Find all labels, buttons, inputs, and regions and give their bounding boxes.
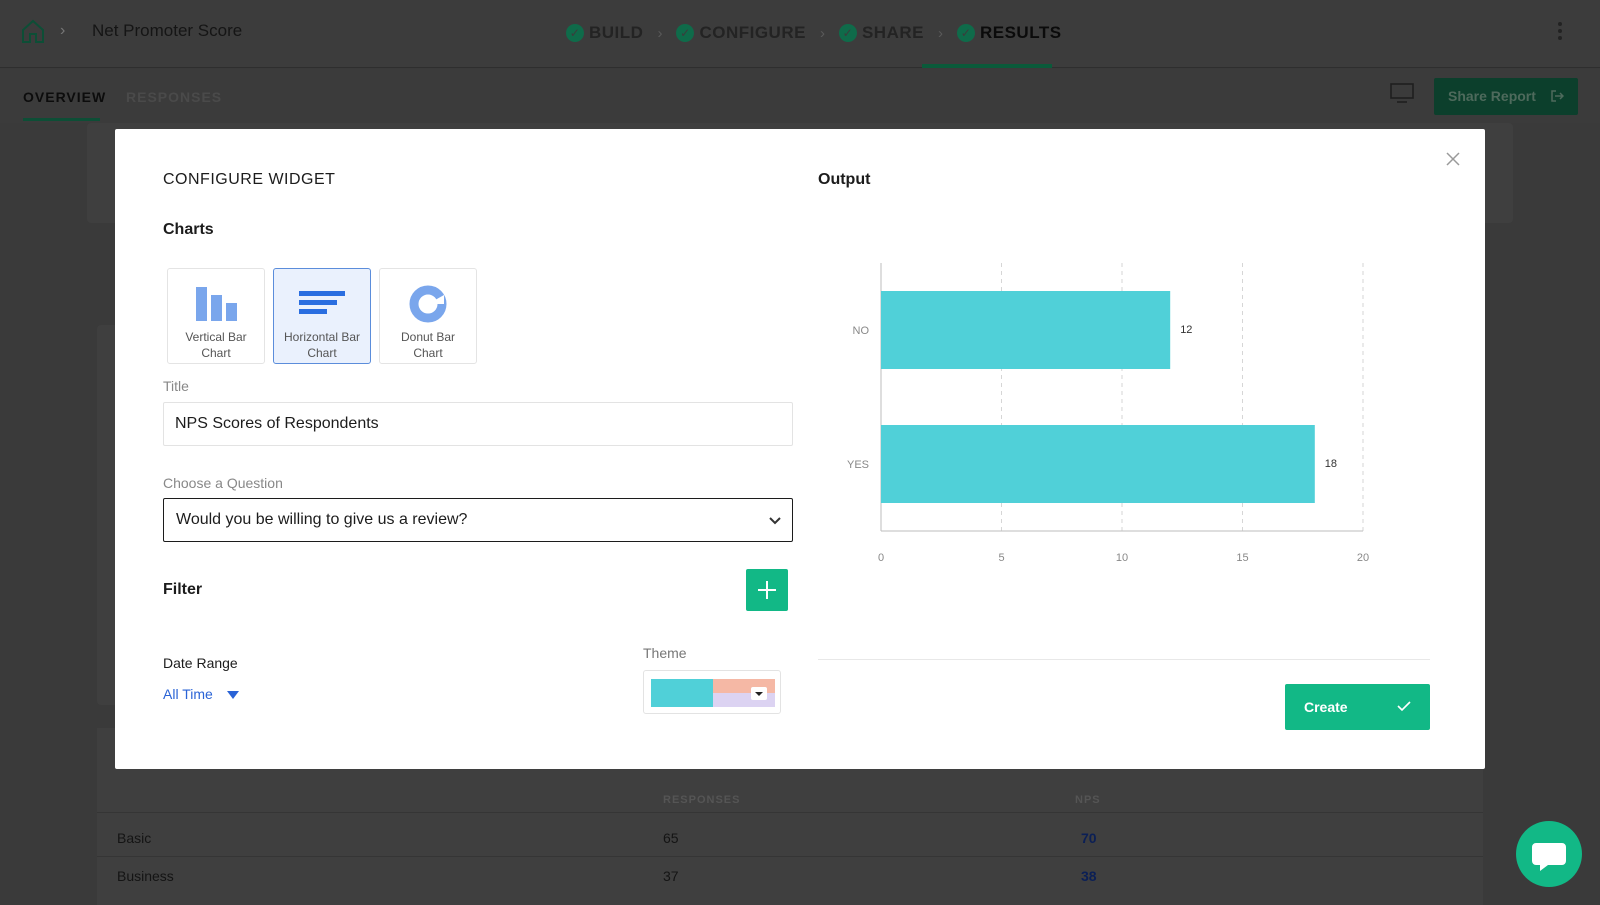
table-cell-responses: 37 — [663, 868, 679, 884]
table-cell-nps[interactable]: 70 — [1081, 830, 1097, 846]
data-label: 18 — [1325, 458, 1337, 470]
workflow-steps: ✓ BUILD › ✓ CONFIGURE › ✓ SHARE › ✓ RESULTS — [566, 18, 1062, 48]
bar — [881, 425, 1315, 503]
filter-heading: Filter — [163, 581, 203, 598]
column-header-nps: NPS — [1075, 794, 1101, 806]
step-share[interactable]: ✓ SHARE — [838, 23, 924, 43]
table-cell-nps[interactable]: 38 — [1081, 868, 1097, 884]
top-bar: › Net Promoter Score ✓ BUILD › ✓ CONFIGURE… — [0, 0, 1600, 68]
check-icon: ✓ — [838, 24, 857, 42]
x-tick-label: 5 — [998, 552, 1004, 564]
theme-swatch — [651, 679, 713, 707]
tab-overview[interactable]: OVERVIEW — [23, 89, 106, 105]
divider — [97, 856, 1483, 857]
home-icon[interactable] — [20, 18, 46, 44]
step-build[interactable]: ✓ BUILD — [566, 23, 643, 43]
divider — [818, 659, 1430, 660]
chart-option-horizontal-bar[interactable]: Horizontal Bar Chart — [273, 268, 371, 364]
date-range-label: Date Range — [163, 655, 238, 671]
divider — [97, 812, 1483, 813]
title-field-label: Title — [163, 378, 189, 394]
step-configure[interactable]: ✓ CONFIGURE — [676, 23, 806, 43]
table-cell-segment: Basic — [117, 830, 152, 846]
step-chevron-icon: › — [657, 24, 663, 42]
check-icon: ✓ — [956, 24, 975, 42]
output-horizontal-bar-chart: 0 5 10 15 20 NO 12 YES 18 — [847, 263, 1369, 564]
date-range-dropdown[interactable]: All Time — [163, 686, 213, 702]
horizontal-bar-chart-icon — [299, 291, 345, 314]
theme-label: Theme — [643, 645, 687, 661]
modal-title: CONFIGURE WIDGET — [163, 171, 336, 188]
table-cell-segment: Business — [117, 868, 174, 884]
chat-launcher-button[interactable] — [1516, 821, 1582, 887]
x-tick-label: 15 — [1236, 552, 1248, 564]
data-label: 12 — [1180, 324, 1192, 336]
close-icon[interactable] — [1445, 151, 1461, 167]
theme-picker[interactable] — [643, 670, 781, 714]
export-icon — [1551, 90, 1564, 102]
check-icon — [1397, 701, 1411, 712]
question-select[interactable]: Would you be willing to give us a review… — [163, 498, 793, 542]
step-chevron-icon: › — [819, 24, 825, 42]
survey-title: Net Promoter Score — [92, 21, 243, 40]
table-cell-responses: 65 — [663, 830, 679, 846]
x-tick-label: 0 — [878, 552, 884, 564]
step-chevron-icon: › — [937, 24, 943, 42]
column-header-responses: RESPONSES — [663, 794, 741, 806]
chart-option-donut[interactable]: Donut Bar Chart — [379, 268, 477, 364]
x-tick-label: 10 — [1116, 552, 1128, 564]
question-field-label: Choose a Question — [163, 475, 283, 491]
charts-heading: Charts — [163, 221, 214, 238]
chat-icon — [1532, 843, 1566, 871]
caret-down-icon[interactable] — [227, 691, 239, 699]
breadcrumb-chevron-icon: › — [60, 22, 66, 39]
bar — [881, 291, 1171, 369]
caret-down-icon — [751, 687, 767, 700]
active-step-indicator — [922, 64, 1052, 68]
plus-icon — [758, 581, 776, 599]
output-heading: Output — [818, 171, 871, 188]
check-icon: ✓ — [676, 24, 695, 42]
x-tick-label: 20 — [1357, 552, 1369, 564]
create-button[interactable]: Create — [1285, 684, 1430, 730]
category-label: NO — [853, 325, 870, 337]
sub-navigation: OVERVIEW RESPONSES Share Report — [0, 69, 1600, 123]
donut-chart-icon — [409, 285, 447, 323]
check-icon: ✓ — [566, 24, 584, 42]
share-report-button[interactable]: Share Report — [1434, 78, 1578, 115]
more-options-icon[interactable] — [1558, 22, 1562, 42]
step-results[interactable]: ✓ RESULTS — [956, 23, 1062, 43]
add-filter-button[interactable] — [746, 569, 788, 611]
chevron-down-icon — [769, 517, 781, 525]
vertical-bar-chart-icon — [196, 287, 237, 321]
title-input[interactable]: NPS Scores of Respondents — [163, 402, 793, 446]
configure-widget-modal: CONFIGURE WIDGET Output Charts Vertical … — [115, 129, 1485, 769]
monitor-icon[interactable] — [1390, 83, 1414, 103]
category-label: YES — [847, 459, 869, 471]
tab-responses[interactable]: RESPONSES — [126, 89, 222, 105]
chart-option-vertical-bar[interactable]: Vertical Bar Chart — [167, 268, 265, 364]
active-tab-indicator — [23, 118, 100, 121]
